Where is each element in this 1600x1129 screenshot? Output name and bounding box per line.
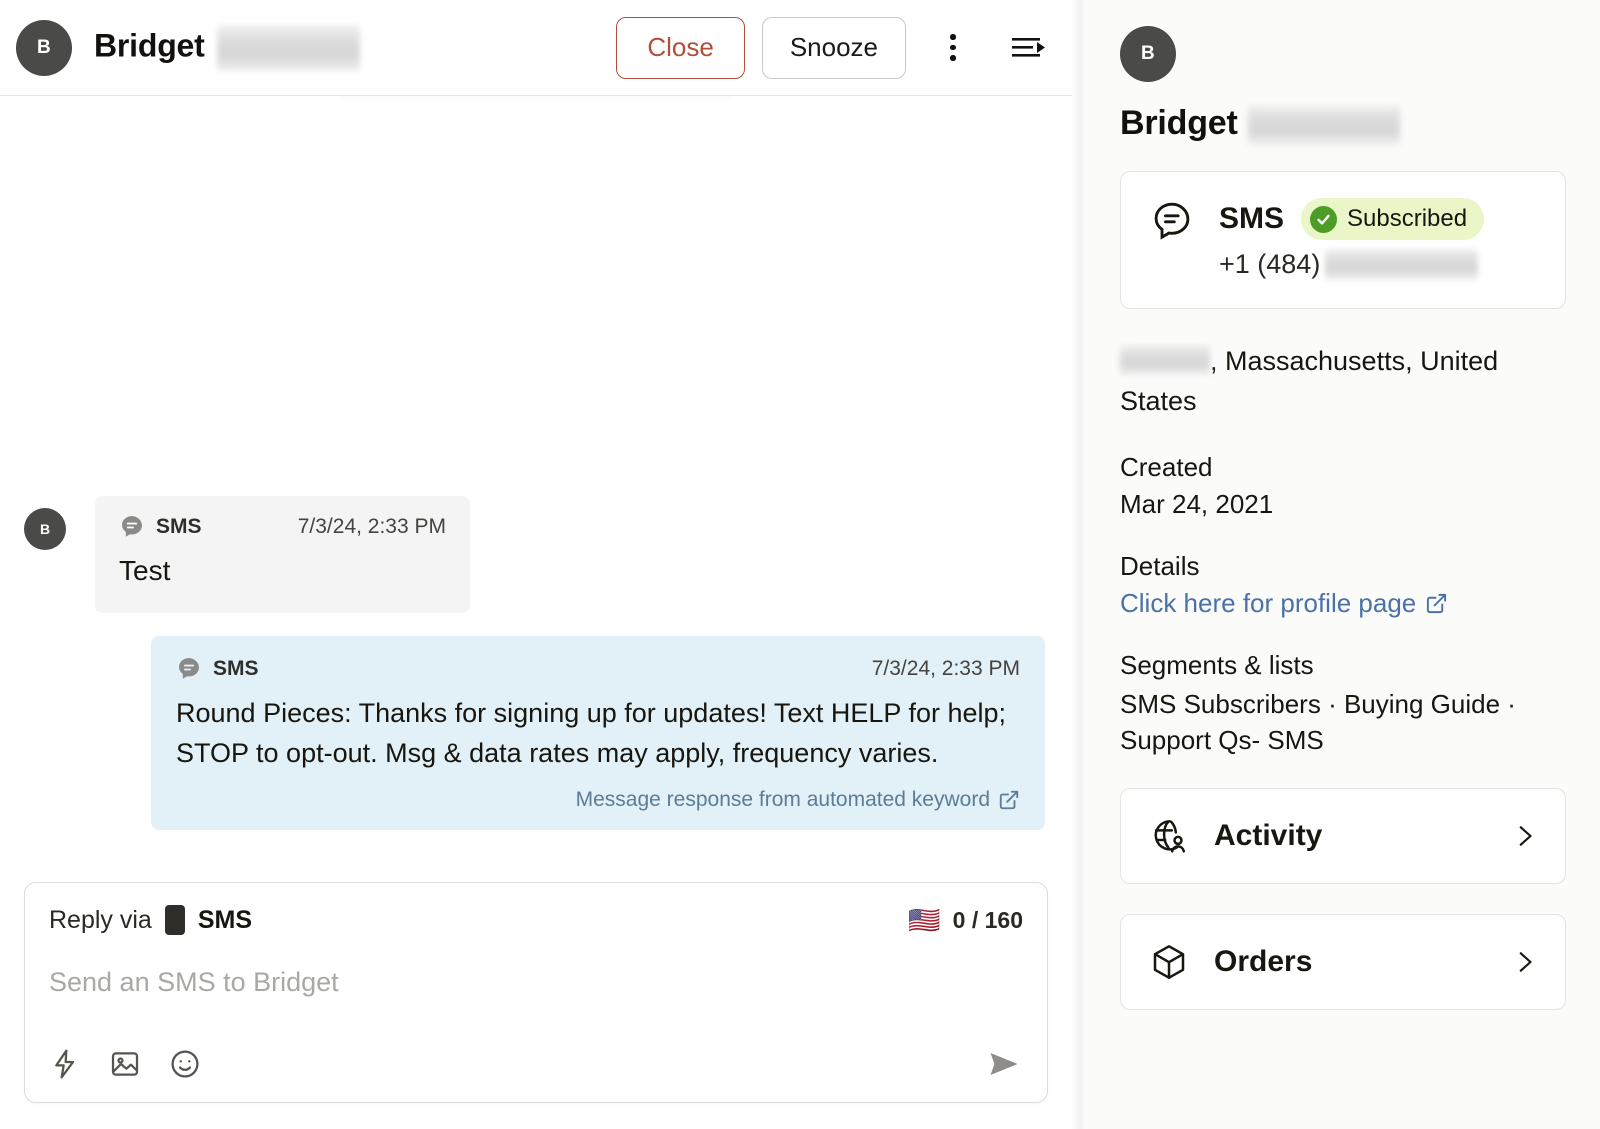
conversation-header: B Bridget Close Snooze (0, 0, 1072, 96)
avatar-initial: B (36, 36, 52, 58)
character-counter: 🇺🇸 0 / 160 (908, 907, 1023, 934)
character-count-value: 0 / 160 (952, 906, 1023, 933)
collapse-panel-icon (1012, 37, 1045, 57)
scrolled-partial-item (341, 96, 731, 100)
message-channel-label: SMS (213, 657, 259, 681)
segments-field: Segments & lists SMS Subscribers · Buyin… (1120, 650, 1566, 758)
redacted-last-name (216, 24, 360, 71)
message-bubble-incoming: SMS 7/3/24, 2:33 PM Test (95, 496, 470, 614)
profile-name: Bridget (1120, 104, 1566, 146)
image-icon (111, 1052, 139, 1076)
composer-header: Reply via SMS 🇺🇸 0 / 160 (49, 905, 1023, 935)
activity-nav-item[interactable]: Activity (1120, 788, 1566, 885)
message-meta: SMS 7/3/24, 2:33 PM (119, 514, 446, 540)
lightning-bolt-icon (55, 1049, 75, 1079)
composer-toolbar (49, 1047, 1023, 1086)
message-avatar-initial: B (39, 521, 51, 537)
panel-divider (1072, 0, 1086, 1129)
channel-header: SMS Subscribed (1219, 198, 1537, 241)
close-button[interactable]: Close (616, 16, 745, 79)
automated-keyword-link-label: Message response from automated keyword (575, 788, 990, 812)
status-badge-label: Subscribed (1347, 205, 1468, 233)
message-avatar: B (24, 508, 66, 550)
message-row-incoming: B SMS 7/3/24, 2:33 PM Test (24, 496, 1048, 614)
details-label: Details (1120, 551, 1200, 582)
external-link-icon (999, 791, 1019, 810)
message-channel: SMS (176, 656, 259, 682)
details-field: Details Click here for profile page (1120, 551, 1566, 619)
contact-name: Bridget (94, 26, 205, 63)
message-body: Test (119, 555, 171, 586)
mobile-device-icon (164, 905, 185, 935)
message-channel-label: SMS (156, 515, 202, 538)
message-row-outgoing: SMS 7/3/24, 2:33 PM Round Pieces: Thanks… (24, 636, 1048, 831)
message-body: Round Pieces: Thanks for signing up for … (176, 698, 1006, 769)
composer-tool-group (49, 1048, 201, 1085)
profile-page-link-label: Click here for profile page (1120, 588, 1417, 619)
activity-nav-label: Activity (1214, 819, 1323, 853)
orders-nav-item[interactable]: Orders (1120, 914, 1566, 1011)
channel-name: SMS (1219, 202, 1285, 236)
composer-wrapper: Reply via SMS 🇺🇸 0 / 160 Send an SMS to … (0, 882, 1072, 1129)
collapse-panel-button[interactable] (1004, 23, 1054, 73)
external-link-icon (1427, 594, 1447, 614)
created-value: Mar 24, 2021 (1120, 489, 1274, 520)
message-meta: SMS 7/3/24, 2:33 PM (176, 656, 1020, 682)
segments-value: SMS Subscribers · Buying Guide · Support… (1120, 689, 1516, 755)
sms-bubble-icon (179, 658, 199, 680)
message-thread: B SMS 7/3/24, 2:33 PM Test SMS 7/3/24, 2… (0, 96, 1072, 882)
phone-number-prefix: +1 (484) (1219, 249, 1321, 280)
location-text: , Massachusetts, United States (1120, 342, 1550, 421)
reply-via-label: Reply via (49, 905, 152, 934)
message-bubble-outgoing: SMS 7/3/24, 2:33 PM Round Pieces: Thanks… (151, 636, 1045, 831)
profile-first-name: Bridget (1120, 104, 1238, 142)
reply-channel-label: SMS (197, 905, 253, 934)
message-timestamp: 7/3/24, 2:33 PM (297, 515, 446, 538)
created-label: Created (1120, 452, 1213, 483)
sms-channel-card[interactable]: SMS Subscribed +1 (484) (1120, 171, 1566, 310)
attach-image-button[interactable] (109, 1048, 141, 1085)
channel-details: SMS Subscribed +1 (484) (1219, 198, 1537, 281)
message-channel: SMS (119, 514, 202, 540)
activity-globe-person-icon (1154, 820, 1186, 853)
quick-reply-button[interactable] (49, 1048, 81, 1085)
avatar: B (16, 19, 72, 76)
page-title: Bridget (94, 24, 360, 71)
conversation-app: B Bridget Close Snooze B SMS 7/3/24, 2:3… (0, 0, 1600, 1129)
profile-panel: B Bridget SMS Subscribed +1 (484) , Mass… (1086, 0, 1600, 1129)
segments-label: Segments & lists (1120, 650, 1314, 681)
more-options-button[interactable] (928, 23, 978, 73)
chevron-right-icon (1519, 826, 1532, 846)
profile-avatar-initial: B (1140, 43, 1156, 64)
snooze-button[interactable]: Snooze (761, 16, 906, 79)
emoji-smiley-icon (171, 1050, 199, 1078)
orders-nav-label: Orders (1214, 945, 1313, 979)
redacted-last-name (1247, 105, 1400, 146)
sms-bubble-icon (122, 516, 142, 537)
message-input[interactable]: Send an SMS to Bridget (49, 967, 1023, 1007)
automated-keyword-link[interactable]: Message response from automated keyword (576, 788, 1020, 812)
conversation-pane: B Bridget Close Snooze B SMS 7/3/24, 2:3… (0, 0, 1072, 1129)
message-timestamp: 7/3/24, 2:33 PM (871, 657, 1020, 681)
reply-channel-selector[interactable]: Reply via SMS (49, 905, 252, 935)
phone-number: +1 (484) (1219, 249, 1537, 281)
kebab-menu-icon (950, 34, 956, 61)
message-footer: Message response from automated keyword (176, 788, 1020, 812)
check-circle-icon (1310, 205, 1338, 233)
emoji-picker-button[interactable] (169, 1048, 201, 1085)
redacted-city (1120, 345, 1210, 376)
sms-bubble-outline-icon (1154, 202, 1190, 240)
send-button[interactable] (985, 1047, 1023, 1086)
profile-page-link[interactable]: Click here for profile page (1120, 588, 1448, 619)
chevron-right-icon (1519, 952, 1532, 972)
reply-composer: Reply via SMS 🇺🇸 0 / 160 Send an SMS to … (24, 882, 1048, 1103)
us-flag-icon: 🇺🇸 (908, 905, 941, 935)
status-badge: Subscribed (1301, 198, 1485, 241)
package-box-icon (1153, 945, 1185, 980)
redacted-phone-number (1325, 249, 1479, 281)
profile-avatar: B (1120, 26, 1176, 82)
send-arrow-icon (990, 1052, 1018, 1076)
created-field: Created Mar 24, 2021 (1120, 452, 1566, 520)
